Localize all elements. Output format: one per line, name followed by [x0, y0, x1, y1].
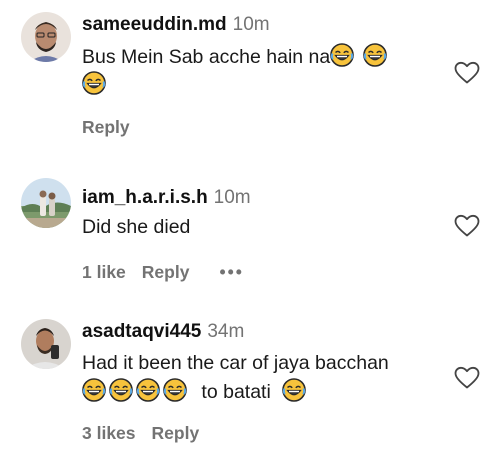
- comment-text-continued: to batati: [82, 377, 444, 407]
- username[interactable]: asadtaqvi445: [82, 321, 201, 342]
- timestamp: 34m: [207, 321, 245, 342]
- comment-text: Had it been the car of jaya bacchan: [82, 352, 389, 374]
- avatar[interactable]: [21, 178, 71, 228]
- face-with-tears-of-joy-icon: [330, 43, 355, 67]
- comment-actions: 3 likes Reply: [82, 423, 444, 444]
- heart-outline-icon[interactable]: [454, 214, 480, 238]
- heart-outline-icon[interactable]: [454, 366, 480, 390]
- avatar[interactable]: [21, 319, 71, 369]
- timestamp: 10m: [213, 187, 251, 208]
- comment-actions: Reply: [82, 117, 444, 138]
- face-with-tears-of-joy-icon: [362, 43, 387, 67]
- reply-button[interactable]: Reply: [82, 117, 130, 137]
- comment-text-continued: [82, 70, 444, 100]
- face-with-tears-of-joy-icon: [109, 378, 133, 402]
- face-with-tears-of-joy-icon: [282, 378, 307, 402]
- reply-button[interactable]: Reply: [142, 262, 190, 282]
- comment-header: iam_h.a.r.i.s.h 10m: [82, 186, 444, 210]
- comment-text: Did she died: [82, 216, 191, 238]
- likes-count[interactable]: 3 likes: [82, 423, 136, 443]
- more-options-button[interactable]: •••: [219, 262, 243, 282]
- comment-actions: 1 like Reply •••: [82, 262, 444, 283]
- comment-header: sameeuddin.md 10m: [82, 13, 444, 37]
- heart-outline-icon[interactable]: [454, 61, 480, 85]
- comment-text: Bus Mein Sab acche hain na: [82, 42, 444, 72]
- timestamp: 10m: [232, 14, 270, 35]
- likes-count[interactable]: 1 like: [82, 262, 126, 282]
- comment-header: asadtaqvi445 34m: [82, 320, 444, 344]
- username[interactable]: sameeuddin.md: [82, 14, 227, 35]
- face-with-tears-of-joy-icon: [163, 378, 187, 402]
- username[interactable]: iam_h.a.r.i.s.h: [82, 187, 208, 208]
- face-with-tears-of-joy-icon: [82, 71, 106, 95]
- face-with-tears-of-joy-icon: [82, 378, 106, 402]
- avatar[interactable]: [21, 12, 71, 62]
- face-with-tears-of-joy-icon: [136, 378, 160, 402]
- reply-button[interactable]: Reply: [152, 423, 200, 443]
